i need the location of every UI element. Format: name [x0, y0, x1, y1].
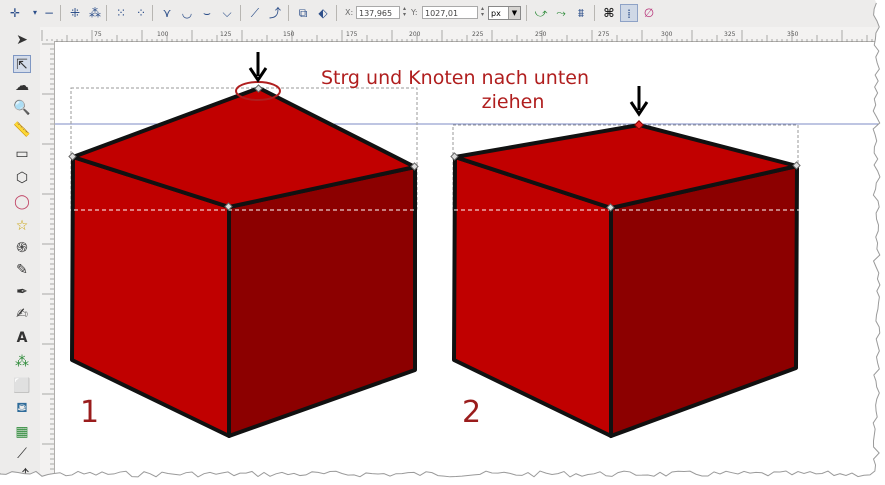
torn-edge-frame [0, 0, 885, 481]
